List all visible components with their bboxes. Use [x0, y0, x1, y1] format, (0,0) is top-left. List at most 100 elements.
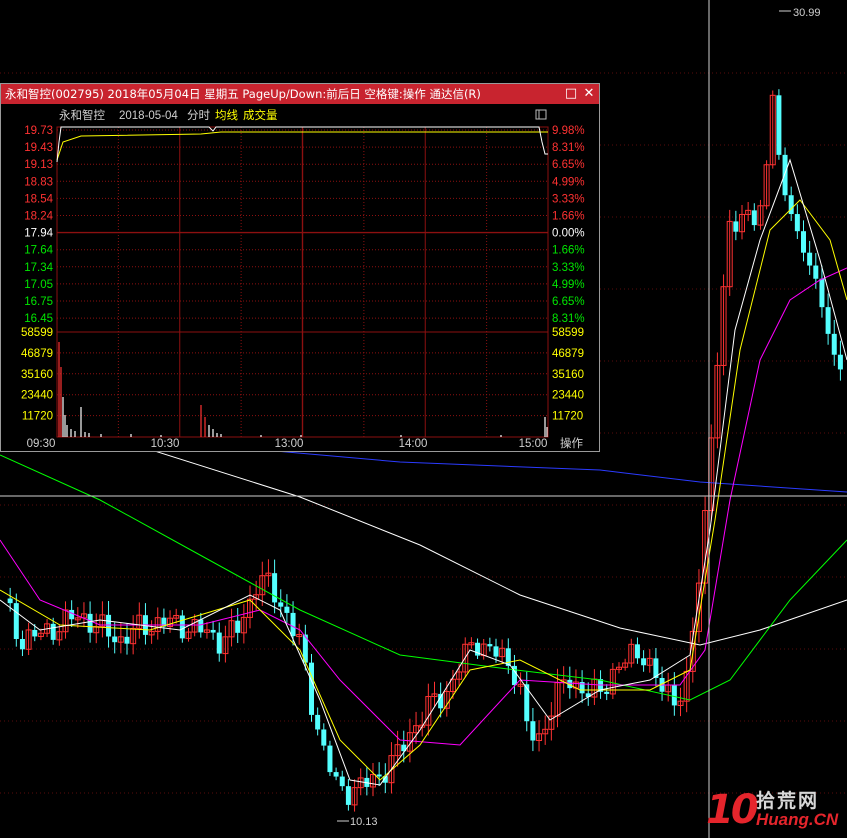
candle-body [819, 278, 825, 308]
popup-titlebar[interactable]: 永和智控(002795) 2018年05月04日 星期五 PageUp/Down… [1, 84, 599, 104]
percent-tick: 8.31% [552, 313, 585, 325]
candle-body [19, 638, 25, 650]
candle-body [321, 729, 327, 746]
price-axis: 19.73 19.43 19.13 18.83 18.54 18.24 17.94 17.64… [24, 125, 53, 325]
percent-tick: 9.98% [552, 125, 585, 137]
volume-tick-right: 11720 [552, 411, 583, 423]
volume-tick: 58599 [21, 327, 53, 339]
panel-toggle-icon[interactable] [535, 109, 547, 120]
candle-body [837, 354, 843, 370]
time-tick: 15:00 [519, 438, 548, 450]
price-tick: 18.83 [24, 176, 53, 188]
candle-body [179, 615, 185, 639]
volume-tick-right: 35160 [552, 369, 584, 381]
watermark-cn-text: 拾荒网 [756, 790, 820, 812]
percent-tick: 4.99% [552, 176, 585, 188]
operate-button[interactable]: 操作 [560, 436, 583, 450]
percent-tick: 8.31% [552, 142, 585, 154]
percent-axis: 9.98% 8.31% 6.65% 4.99% 3.33% 1.66% 0.00% 1.66%… [552, 125, 585, 325]
time-axis: 09:30 10:30 13:00 14:00 15:00 [27, 438, 548, 450]
watermark-en-text: Huang.CN [756, 810, 839, 829]
candle-body [671, 684, 677, 706]
price-tick: 18.54 [24, 193, 53, 205]
candle-body [106, 614, 112, 637]
watermark-logo: 10 [706, 787, 759, 833]
candle-body [216, 632, 222, 654]
candle-body [278, 602, 284, 607]
price-tick: 16.45 [24, 313, 53, 325]
percent-tick: 6.65% [552, 159, 585, 171]
intraday-grid [56, 126, 549, 438]
percent-tick: 3.33% [552, 262, 585, 274]
volume-tick: 35160 [21, 369, 53, 381]
candle-body [69, 609, 75, 620]
candle-body [333, 772, 339, 777]
header-date: 2018-05-04 [119, 110, 178, 122]
candle-body [604, 691, 610, 694]
watermark: 10 拾荒网 Huang.CN [706, 786, 844, 834]
candle-body [112, 636, 118, 643]
candle-body [825, 307, 831, 334]
price-tick: 19.73 [24, 125, 53, 137]
candle-body [782, 154, 788, 196]
percent-tick: 1.66% [552, 211, 585, 223]
percent-tick: 3.33% [552, 193, 585, 205]
price-tick: 17.34 [24, 262, 53, 274]
price-tick: 18.24 [24, 211, 53, 223]
candle-body [87, 613, 93, 633]
candle-body [32, 629, 38, 637]
time-tick: 10:30 [151, 438, 180, 450]
low-price-label: 10.13 [350, 816, 378, 828]
maximize-icon[interactable]: □ [563, 86, 579, 102]
candle-body [776, 95, 782, 155]
candle-body [210, 629, 216, 633]
volume-tick-right: 46879 [552, 348, 584, 360]
candle-body [493, 646, 499, 657]
header-avg-label: 均线 [215, 108, 238, 122]
candle-body [733, 221, 739, 232]
percent-tick: 0.00% [552, 228, 585, 240]
candle-body [13, 603, 19, 639]
volume-tick: 46879 [21, 348, 53, 360]
high-price-label: 30.99 [793, 7, 821, 19]
candle-body [345, 786, 351, 805]
time-tick: 13:00 [275, 438, 304, 450]
price-tick: 17.05 [24, 279, 53, 291]
candle-body [634, 644, 640, 659]
candle-body [530, 721, 536, 741]
intraday-chart[interactable]: 永和智控 2018-05-04 分时 均线 成交量 19.73 19.43 19.1… [1, 104, 599, 451]
time-tick: 09:30 [27, 438, 56, 450]
candle-body [807, 252, 813, 266]
candle-body [309, 662, 314, 715]
time-tick: 14:00 [399, 438, 428, 450]
candle-body [235, 620, 241, 633]
header-mode: 分时 [187, 109, 210, 122]
candle-body [284, 606, 290, 613]
candle-body [272, 573, 278, 603]
candle-body [290, 612, 296, 637]
candle-body [831, 333, 837, 355]
volume-tick-right: 58599 [552, 327, 584, 339]
percent-tick: 1.66% [552, 245, 585, 257]
price-tick: 19.43 [24, 142, 53, 154]
volume-tick: 11720 [22, 411, 53, 423]
price-tick: 17.64 [24, 245, 53, 257]
price-tick: 19.13 [24, 159, 53, 171]
candle-body [7, 598, 13, 604]
candle-body [813, 265, 819, 279]
price-tick: 17.94 [24, 228, 53, 240]
popup-title: 永和智控(002795) 2018年05月04日 星期五 PageUp/Down… [5, 87, 481, 101]
header-vol-label: 成交量 [243, 108, 278, 122]
candle-body [327, 745, 333, 773]
candle-body [376, 774, 382, 777]
candle-body [198, 619, 204, 633]
header-stock-name: 永和智控 [59, 108, 105, 122]
candle-body [801, 231, 806, 253]
candle-body [50, 623, 56, 640]
close-icon[interactable]: ✕ [581, 86, 597, 102]
candle-body [124, 636, 130, 644]
candle-body [315, 714, 321, 730]
intraday-popup-window[interactable]: 永和智控(002795) 2018年05月04日 星期五 PageUp/Down… [0, 83, 600, 452]
price-tick: 16.75 [24, 296, 53, 308]
candle-body [641, 658, 647, 666]
